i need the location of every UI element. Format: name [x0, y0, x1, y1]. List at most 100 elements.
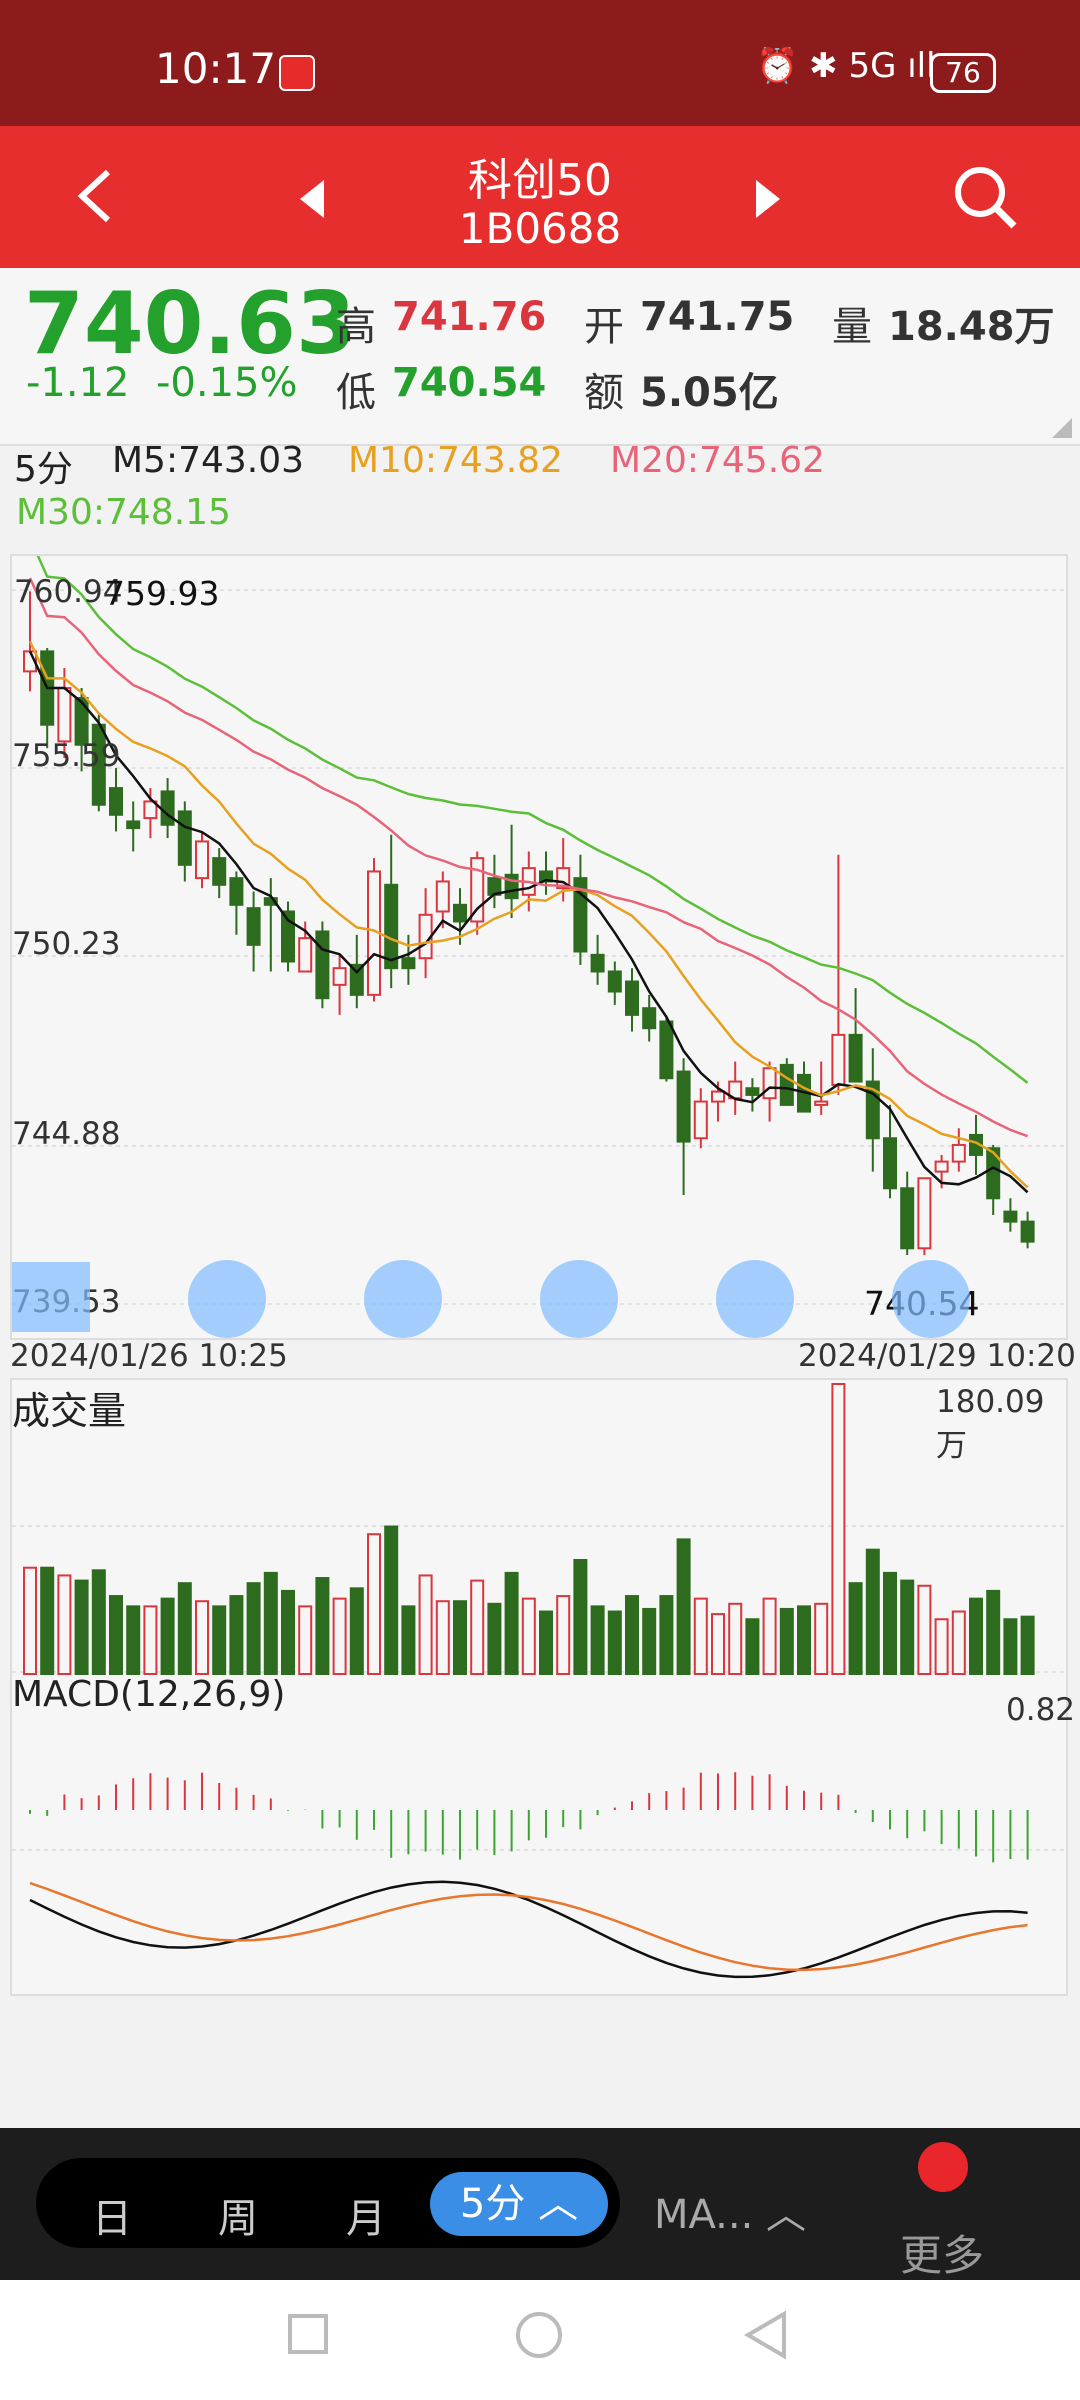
amount-value: 5.05亿 — [640, 370, 779, 416]
volume-bar — [865, 1548, 880, 1676]
candle — [246, 891, 261, 972]
candle — [504, 824, 519, 919]
volume-bar — [934, 1618, 949, 1676]
scroll-left-icon[interactable] — [540, 1260, 618, 1338]
collapse-left-icon[interactable] — [12, 1262, 90, 1332]
volume-bar — [160, 1597, 175, 1675]
volume-bar — [23, 1566, 37, 1675]
candle — [263, 878, 278, 972]
period-week[interactable]: 周 — [218, 2186, 258, 2244]
high-value: 741.76 — [392, 294, 547, 340]
candle — [109, 768, 123, 832]
stock-code: 1B0688 — [458, 204, 622, 253]
volume-bar — [401, 1605, 416, 1676]
volume-bar — [917, 1584, 932, 1675]
back-nav-icon[interactable] — [744, 2310, 788, 2360]
volume-bar — [298, 1605, 313, 1676]
candle — [418, 888, 433, 979]
period-month[interactable]: 月 — [346, 2186, 386, 2244]
volume-bar — [384, 1525, 399, 1675]
recent-apps-icon[interactable] — [288, 2314, 328, 2354]
volume-bar — [693, 1597, 708, 1675]
chart-end-time: 2024/01/29 10:20 — [798, 1338, 1076, 1374]
indicator-selector[interactable]: MA... ︿ — [654, 2182, 806, 2240]
fullscreen-icon[interactable] — [892, 1260, 970, 1338]
candle — [951, 1128, 966, 1172]
scroll-right-icon[interactable] — [716, 1260, 794, 1338]
candle — [315, 921, 330, 1009]
period-day[interactable]: 日 — [92, 2186, 132, 2244]
candle — [607, 961, 622, 1005]
candle — [177, 801, 192, 882]
volume-label: 量 — [832, 304, 872, 350]
volume-bar — [418, 1574, 433, 1676]
stock-name: 科创50 — [468, 155, 612, 206]
status-indicators: ⏰ ✱ 5G ıll — [756, 46, 936, 86]
app-logo-icon — [279, 55, 315, 91]
amount-label: 额 — [584, 370, 624, 416]
volume-bar — [590, 1605, 605, 1676]
volume-bar — [57, 1574, 72, 1676]
volume-bar — [1020, 1615, 1035, 1676]
volume-bar — [607, 1610, 622, 1675]
candle — [229, 871, 244, 935]
candle — [487, 854, 502, 909]
y-tick-2: 755.59 — [12, 738, 121, 774]
candle — [728, 1061, 743, 1115]
volume-max: 180.09万 — [936, 1384, 1045, 1464]
indicator-charts[interactable]: 成交量 180.09万 MACD(12,26,9) 0.82 — [10, 1378, 1075, 1996]
expand-corner-icon[interactable] — [1052, 418, 1072, 438]
candle — [539, 851, 553, 895]
open-value: 741.75 — [640, 294, 795, 340]
more-button[interactable]: 更多 — [900, 2222, 984, 2283]
volume-bar — [676, 1538, 691, 1675]
volume-bar — [246, 1582, 261, 1675]
candle — [814, 1061, 829, 1115]
candle — [625, 968, 639, 1032]
price-change-pct: -0.15% — [156, 360, 298, 406]
ma-legend: 5分 M5:743.03 M10:743.82 M20:745.62 M30:7… — [0, 440, 1080, 540]
next-stock-icon[interactable] — [750, 176, 786, 222]
volume-bar — [487, 1602, 502, 1676]
volume-bar — [177, 1582, 192, 1675]
volume-bar — [556, 1595, 571, 1675]
volume-bar — [91, 1569, 106, 1675]
candle — [676, 1058, 691, 1195]
ma30-value: M30:748.15 — [16, 492, 231, 533]
home-icon[interactable] — [516, 2312, 562, 2358]
volume-bar — [642, 1607, 657, 1675]
candle — [384, 834, 399, 989]
candle — [195, 831, 209, 889]
candle — [401, 934, 416, 985]
zoom-out-icon[interactable] — [364, 1260, 442, 1338]
low-value: 740.54 — [392, 360, 547, 406]
candle — [865, 1048, 880, 1172]
status-bar: 10:17 ⏰ ✱ 5G ıll 76 — [0, 0, 1080, 126]
candle — [332, 954, 347, 1015]
volume-bar — [969, 1597, 983, 1675]
ma20-value: M20:745.62 — [610, 440, 825, 481]
candle — [1020, 1211, 1035, 1249]
bottom-toolbar: 日 周 月 5分 ︿ MA... ︿ 更多 — [0, 2128, 1080, 2280]
more-dot-icon — [918, 2142, 968, 2192]
period-5min-selected[interactable]: 5分 ︿ — [430, 2172, 608, 2236]
volume-bar — [281, 1589, 295, 1676]
volume-bar — [349, 1587, 364, 1675]
volume-bar — [779, 1607, 794, 1675]
candle — [1003, 1198, 1018, 1232]
volume-bar — [848, 1582, 863, 1675]
candle — [40, 648, 55, 749]
volume-bar — [470, 1579, 485, 1675]
app-header: 科创50 1B0688 — [0, 126, 1080, 268]
quote-panel: 740.63 -1.12 -0.15% 高 741.76 低 740.54 开 … — [0, 268, 1080, 446]
price-change: -1.12 — [26, 360, 130, 406]
search-icon[interactable] — [950, 162, 1020, 232]
zoom-in-icon[interactable] — [188, 1260, 266, 1338]
price-chart[interactable]: 760.94 755.59 750.23 744.88 739.53 759.9… — [10, 554, 1068, 1340]
candle — [848, 988, 863, 1083]
low-label: 低 — [336, 370, 376, 416]
volume-bar — [367, 1533, 381, 1675]
volume-value: 18.48万 — [888, 304, 1055, 350]
volume-bar — [143, 1605, 158, 1676]
candle — [590, 934, 605, 985]
